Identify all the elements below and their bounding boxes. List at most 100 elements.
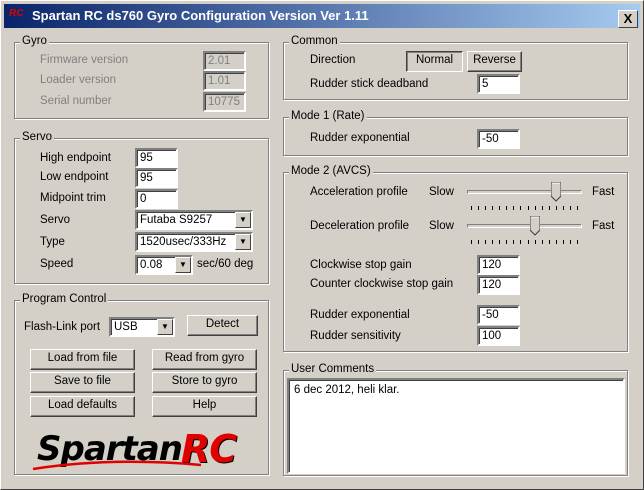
slider-track <box>467 190 582 194</box>
slider-tick <box>528 206 529 210</box>
loader-field: 1.01 <box>203 71 246 91</box>
speed-select[interactable]: 0.08 ▼ <box>135 255 193 275</box>
spartan-rc-logo: Spartan RC <box>31 427 251 473</box>
slider-tick <box>549 240 550 244</box>
slider-tick <box>471 240 472 244</box>
chevron-down-icon[interactable]: ▼ <box>175 257 191 273</box>
slider-thumb[interactable] <box>530 216 540 236</box>
speed-unit-label: sec/60 deg <box>197 258 254 270</box>
low-endpoint-field[interactable]: 95 <box>135 168 178 188</box>
firmware-label: Firmware version <box>40 54 129 66</box>
slider-tick <box>499 206 500 210</box>
servo-select-value: Futaba S9257 <box>140 214 213 226</box>
slider-tick <box>471 206 472 210</box>
slider-tick <box>478 206 479 210</box>
mode1-rudder-exp-label: Rudder exponential <box>310 132 410 144</box>
midpoint-trim-field[interactable]: 0 <box>135 189 178 209</box>
title-bar[interactable]: RC Spartan RC ds760 Gyro Configuration V… <box>4 4 640 28</box>
slider-tick <box>520 206 521 210</box>
load-from-file-button[interactable]: Load from file <box>30 349 135 370</box>
help-button[interactable]: Help <box>152 396 257 417</box>
mode2-rudder-exp-field[interactable]: -50 <box>477 305 520 325</box>
slider-tick <box>513 240 514 244</box>
decel-profile-slider[interactable] <box>467 216 582 250</box>
common-group-label: Common <box>289 35 340 47</box>
mode2-rudder-exp-label: Rudder exponential <box>310 309 410 321</box>
save-to-file-button[interactable]: Save to file <box>30 372 135 393</box>
reverse-button[interactable]: Reverse <box>467 51 522 72</box>
loader-label: Loader version <box>40 74 117 86</box>
serial-label: Serial number <box>40 95 112 107</box>
slider-ticks <box>471 206 578 212</box>
mode1-rudder-exp-field[interactable]: -50 <box>477 129 520 149</box>
midpoint-trim-label: Midpoint trim <box>40 192 106 204</box>
accel-slow-label: Slow <box>429 186 454 198</box>
serial-field: 10775 <box>203 92 246 112</box>
servo-label: Servo <box>40 214 71 226</box>
app-window: RC Spartan RC ds760 Gyro Configuration V… <box>0 0 644 490</box>
load-defaults-button[interactable]: Load defaults <box>30 396 135 417</box>
chevron-down-icon[interactable]: ▼ <box>235 234 251 250</box>
slider-tick <box>563 206 564 210</box>
read-from-gyro-button[interactable]: Read from gyro <box>152 349 257 370</box>
normal-button[interactable]: Normal <box>406 51 463 72</box>
type-select-value: 1520usec/333Hz <box>140 236 227 248</box>
port-select-value: USB <box>114 321 138 333</box>
servo-select[interactable]: Futaba S9257 ▼ <box>135 210 253 230</box>
slider-tick <box>485 206 486 210</box>
slider-tick <box>506 206 507 210</box>
rudder-sensitivity-label: Rudder sensitivity <box>310 330 401 342</box>
close-button[interactable]: X <box>618 10 638 28</box>
slider-tick <box>528 240 529 244</box>
type-label: Type <box>40 236 65 248</box>
high-endpoint-label: High endpoint <box>40 152 111 164</box>
type-select[interactable]: 1520usec/333Hz ▼ <box>135 232 253 252</box>
comments-group-label: User Comments <box>289 363 377 375</box>
speed-label: Speed <box>40 258 74 270</box>
slider-tick <box>549 206 550 210</box>
cw-stop-gain-label: Clockwise stop gain <box>310 259 412 271</box>
cw-stop-gain-field[interactable]: 120 <box>477 255 520 275</box>
slider-tick <box>570 206 571 210</box>
low-endpoint-label: Low endpoint <box>40 171 109 183</box>
user-comments-textarea[interactable]: 6 dec 2012, heli klar. <box>287 378 625 474</box>
slider-tick <box>499 240 500 244</box>
accel-profile-label: Acceleration profile <box>310 186 408 198</box>
deadband-field[interactable]: 5 <box>477 74 520 94</box>
slider-tick <box>520 240 521 244</box>
store-to-gyro-button[interactable]: Store to gyro <box>152 372 257 393</box>
mode1-group-label: Mode 1 (Rate) <box>289 110 367 122</box>
slider-tick <box>513 206 514 210</box>
rudder-sensitivity-field[interactable]: 100 <box>477 326 520 346</box>
deadband-label: Rudder stick deadband <box>310 78 429 90</box>
ccw-stop-gain-label: Counter clockwise stop gain <box>310 278 454 290</box>
slider-tick <box>485 240 486 244</box>
slider-thumb[interactable] <box>551 182 561 202</box>
detect-button[interactable]: Detect <box>187 315 258 336</box>
direction-label: Direction <box>310 54 356 66</box>
slider-tick <box>535 240 536 244</box>
decel-fast-label: Fast <box>592 220 615 232</box>
slider-tick <box>492 206 493 210</box>
accel-profile-slider[interactable] <box>467 182 582 216</box>
slider-tick <box>556 206 557 210</box>
port-select[interactable]: USB ▼ <box>109 317 175 337</box>
high-endpoint-field[interactable]: 95 <box>135 148 178 168</box>
slider-tick <box>577 206 578 210</box>
decel-slow-label: Slow <box>429 220 454 232</box>
slider-ticks <box>471 240 578 246</box>
decel-profile-label: Deceleration profile <box>310 220 410 232</box>
ccw-stop-gain-field[interactable]: 120 <box>477 275 520 295</box>
slider-tick <box>492 240 493 244</box>
chevron-down-icon[interactable]: ▼ <box>157 319 173 335</box>
slider-track <box>467 224 582 228</box>
window-title: Spartan RC ds760 Gyro Configuration Vers… <box>32 8 369 23</box>
servo-group-label: Servo <box>20 131 55 143</box>
slider-tick <box>570 240 571 244</box>
gyro-group-label: Gyro <box>20 35 49 47</box>
slider-tick <box>542 240 543 244</box>
chevron-down-icon[interactable]: ▼ <box>235 212 251 228</box>
slider-tick <box>542 206 543 210</box>
program-control-label: Program Control <box>20 293 109 305</box>
slider-tick <box>563 240 564 244</box>
